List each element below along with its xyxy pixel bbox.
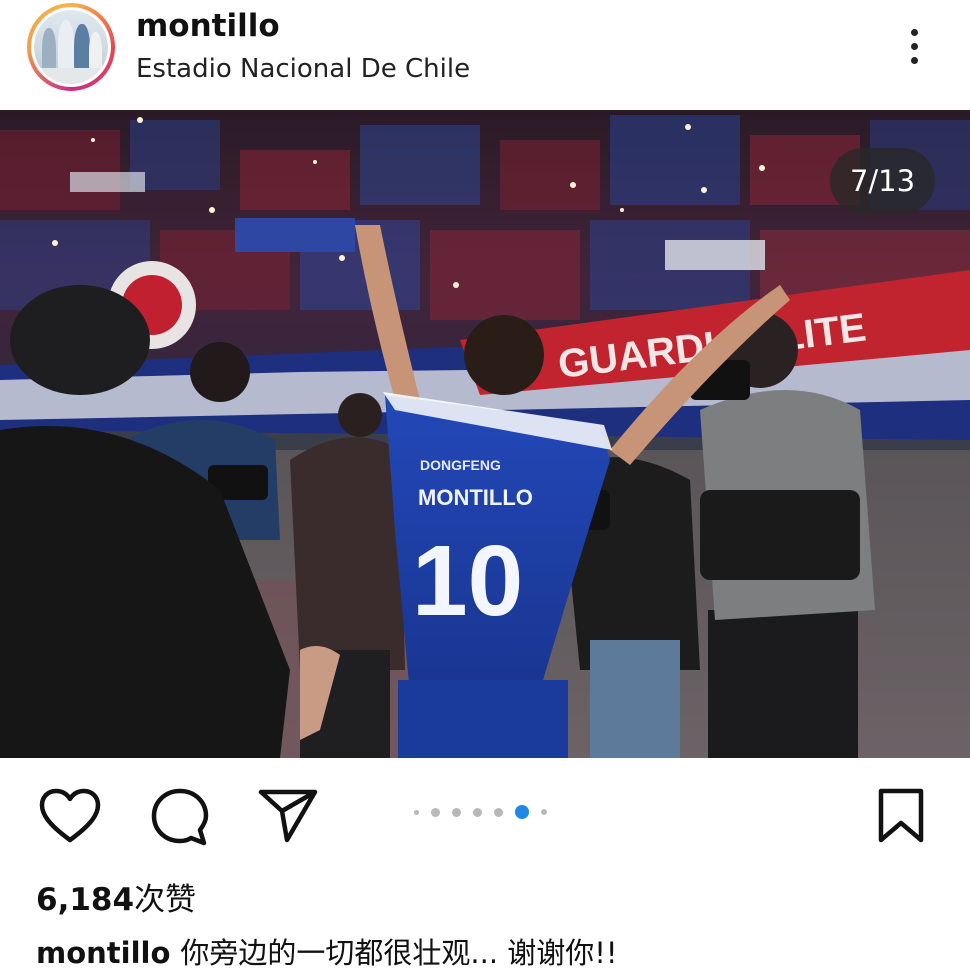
- jersey-sponsor: DONGFENG: [420, 457, 501, 473]
- crowd-banner: [70, 172, 145, 192]
- post-photo[interactable]: GUARDIA ELITE DONGFENG MONTILLO 10 7/13: [0, 110, 970, 758]
- jersey-name: MONTILLO: [418, 485, 533, 510]
- bookmark-icon[interactable]: [876, 788, 926, 844]
- more-dot: [911, 43, 918, 50]
- avatar-figure: [74, 24, 90, 74]
- likes-number: 6,184: [36, 882, 135, 918]
- carousel-dot: [452, 807, 461, 817]
- carousel-dot: [431, 807, 440, 817]
- avatar-frame: [31, 7, 111, 87]
- carousel-dot-active: [515, 805, 529, 819]
- caption-text: 你旁边的一切都很壮观... 谢谢你!!: [180, 936, 618, 970]
- carousel-dot: [541, 809, 547, 815]
- caption-username[interactable]: montillo: [36, 936, 170, 970]
- post-location[interactable]: Estadio Nacional De Chile: [136, 54, 470, 84]
- avatar-ground: [34, 68, 108, 84]
- carousel-dot: [414, 809, 419, 815]
- more-vertical-icon[interactable]: [898, 24, 932, 68]
- crowd-banner: [665, 240, 765, 270]
- more-dot: [911, 57, 918, 64]
- more-dot: [911, 29, 918, 36]
- profile-avatar[interactable]: [27, 3, 115, 91]
- photo-scene: GUARDIA ELITE DONGFENG MONTILLO 10: [0, 110, 970, 758]
- heart-icon[interactable]: [38, 788, 102, 844]
- carousel-dot: [473, 807, 482, 817]
- post-caption: montillo 你旁边的一切都很壮观... 谢谢你!!: [36, 930, 618, 972]
- likes-label: 次赞: [134, 882, 197, 918]
- post-header: montillo Estadio Nacional De Chile: [0, 0, 970, 110]
- action-bar: [0, 758, 970, 878]
- paper-plane-icon[interactable]: [258, 788, 318, 844]
- post-username[interactable]: montillo: [136, 8, 280, 44]
- avatar-figure: [58, 20, 74, 74]
- crowd-banner: [235, 218, 355, 252]
- jersey-number: 10: [412, 525, 523, 637]
- carousel-dot: [494, 807, 503, 817]
- photo-counter: 7/13: [830, 148, 935, 214]
- avatar-family-photo: [34, 10, 108, 84]
- comment-bubble-icon[interactable]: [150, 787, 210, 847]
- likes-count[interactable]: 6,184次赞: [36, 874, 196, 919]
